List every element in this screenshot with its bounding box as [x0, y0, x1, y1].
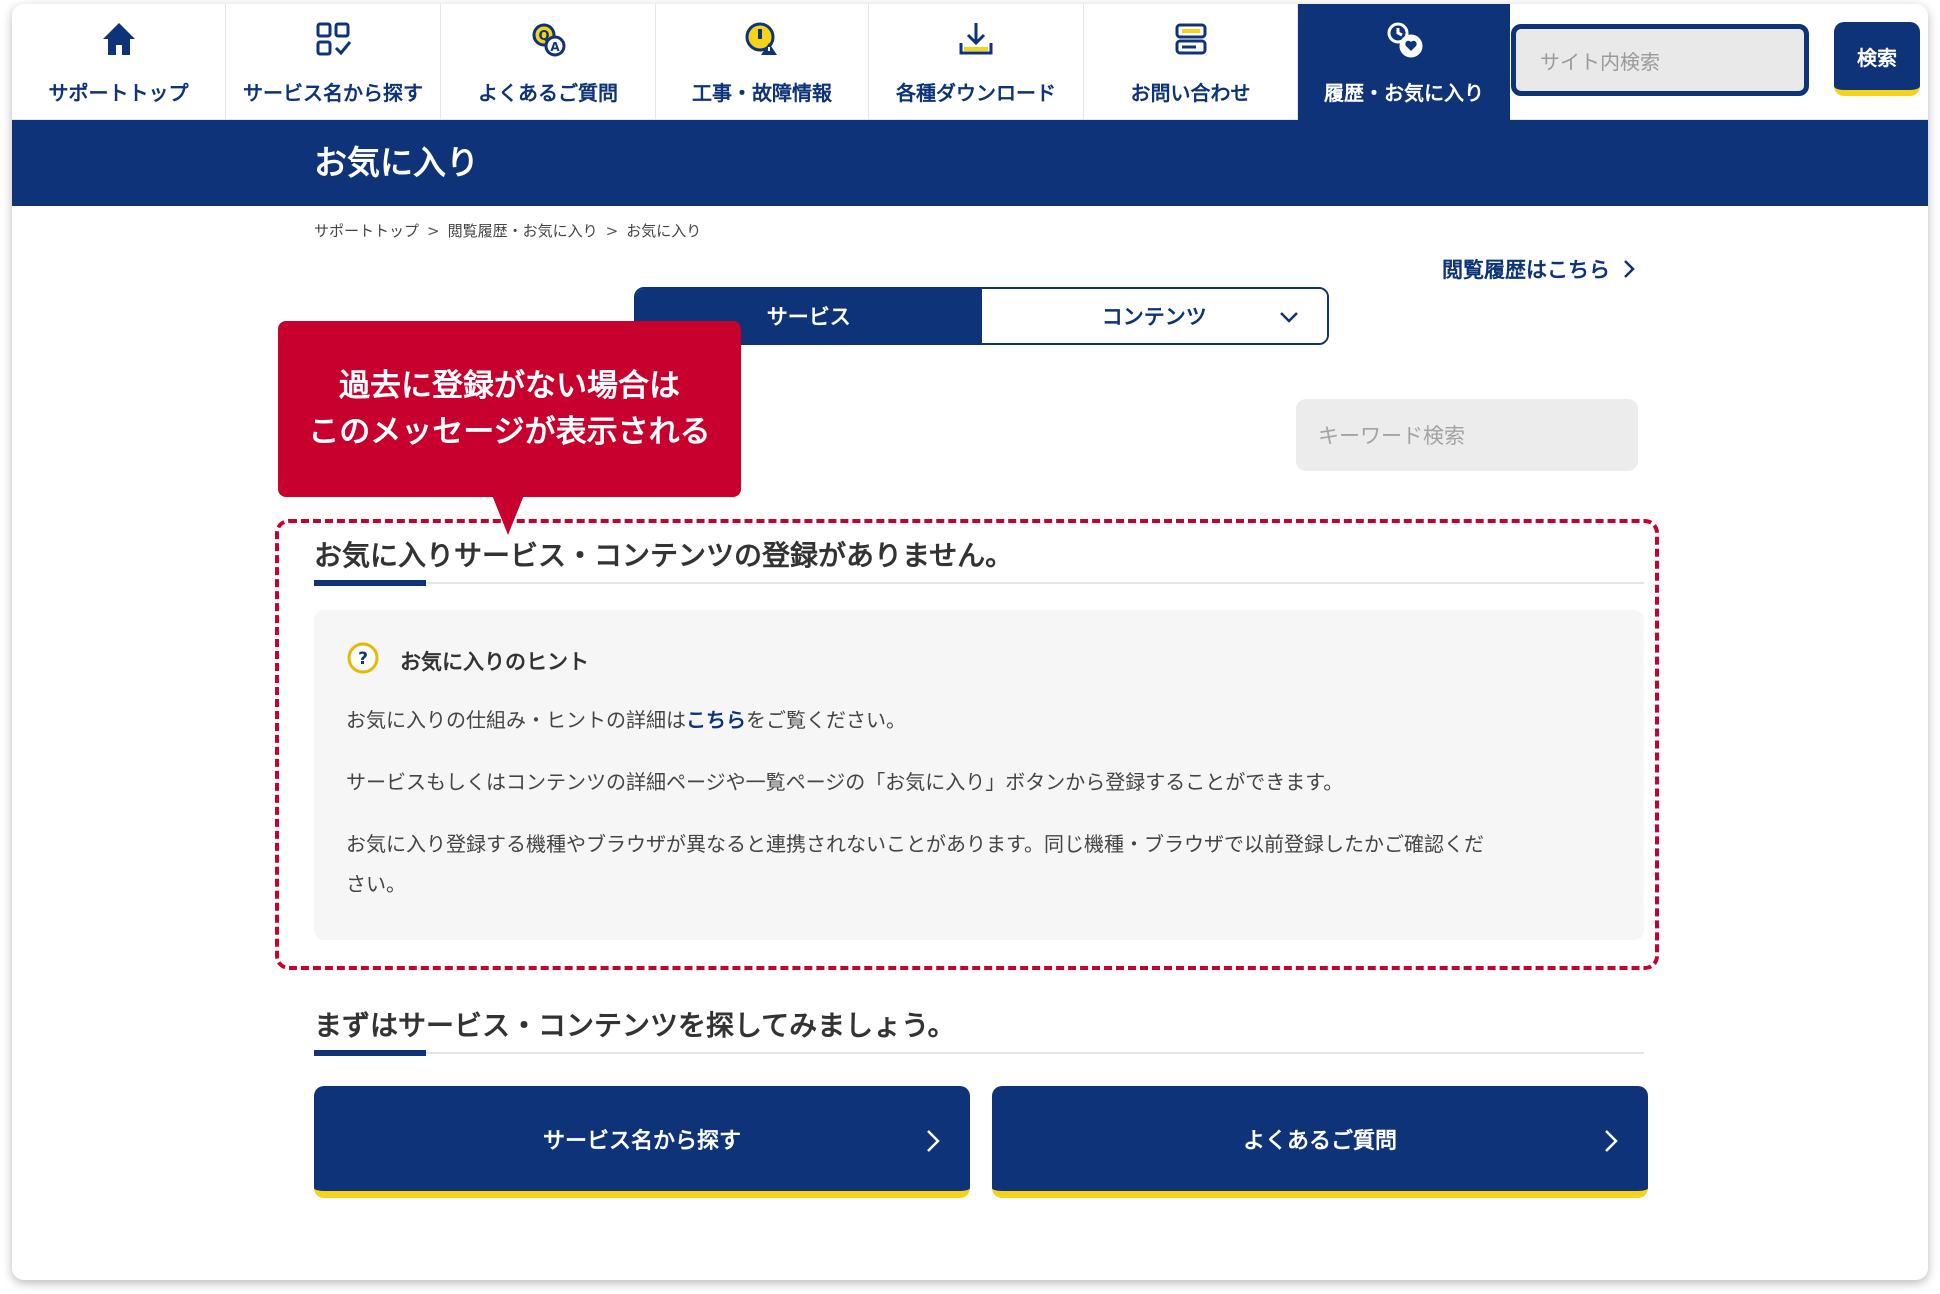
- chevron-right-icon: [927, 1130, 940, 1152]
- svg-text:A: A: [550, 40, 560, 54]
- tab-contents[interactable]: コンテンツ: [981, 289, 1327, 343]
- search-by-service-button[interactable]: サービス名から探す: [314, 1086, 970, 1198]
- grid-check-icon: [316, 22, 352, 55]
- nav-label: 各種ダウンロード: [896, 80, 1056, 105]
- nav-label: サポートトップ: [48, 80, 189, 105]
- empty-message-title: お気に入りサービス・コンテンツの登録がありません。: [314, 539, 1014, 572]
- history-favorite-icon: [1387, 22, 1423, 57]
- browser-frame: サポートトップ サービス名から探す QA よくあるご質問 工事・故障情報 各種ダ…: [12, 4, 1928, 1280]
- divider: [314, 1052, 1644, 1054]
- breadcrumb-item-support-top[interactable]: サポートトップ: [314, 220, 419, 241]
- keyword-search-input[interactable]: キーワード検索: [1296, 399, 1638, 471]
- divider-accent: [314, 1050, 426, 1056]
- svg-text:?: ?: [358, 649, 368, 669]
- nav-item-construction[interactable]: 工事・故障情報: [656, 4, 869, 120]
- hint-box: ? お気に入りのヒント お気に入りの仕組み・ヒントの詳細はこちらをご覧ください。…: [314, 610, 1644, 940]
- breadcrumb: サポートトップ > 閲覧履歴・お気に入り > お気に入り: [314, 220, 701, 241]
- button-label: サービス名から探す: [542, 1128, 741, 1154]
- hint-paragraph-2: サービスもしくはコンテンツの詳細ページや一覧ページの「お気に入り」ボタンから登録…: [346, 770, 1344, 794]
- history-link-label: 閲覧履歴はこちら: [1442, 258, 1610, 282]
- nav-label: 履歴・お気に入り: [1324, 80, 1484, 105]
- nav-item-history-favorite[interactable]: 履歴・お気に入り: [1298, 4, 1510, 120]
- faq-button[interactable]: よくあるご質問: [992, 1086, 1648, 1198]
- nav-item-support-top[interactable]: サポートトップ: [12, 4, 226, 120]
- nav-item-faq[interactable]: QA よくあるご質問: [441, 4, 656, 120]
- callout-line: 過去に登録がない場合は: [339, 368, 680, 404]
- history-link[interactable]: 閲覧履歴はこちら: [1442, 254, 1636, 284]
- hint-detail-link[interactable]: こちら: [686, 708, 746, 732]
- breadcrumb-item-history[interactable]: 閲覧履歴・お気に入り: [448, 220, 598, 241]
- tab-label: サービス: [766, 305, 851, 329]
- callout-pointer: [492, 495, 524, 535]
- hint-header: ? お気に入りのヒント: [346, 640, 589, 676]
- search-button[interactable]: 検索: [1834, 22, 1920, 96]
- question-icon: ?: [347, 642, 379, 674]
- svg-text:Q: Q: [538, 29, 549, 44]
- nav-label: サービス名から探す: [243, 80, 423, 105]
- divider-accent: [314, 580, 426, 586]
- page-title: お気に入り: [314, 143, 479, 182]
- chevron-down-icon: [1280, 312, 1298, 323]
- chevron-right-icon: [1624, 260, 1635, 278]
- hint-paragraph-3: お気に入り登録する機種やブラウザが異なると連携されないことがあります。同じ機種・…: [346, 824, 1484, 904]
- hint-text: さい。: [346, 872, 406, 896]
- hint-text: お気に入りの仕組み・ヒントの詳細は: [346, 708, 686, 732]
- nav-item-contact[interactable]: お問い合わせ: [1084, 4, 1298, 120]
- nav-label: お問い合わせ: [1130, 80, 1251, 105]
- hint-text: をご覧ください。: [746, 708, 906, 732]
- annotation-callout: 過去に登録がない場合は このメッセージが表示される: [278, 321, 741, 497]
- chevron-right-icon: >: [605, 221, 619, 240]
- hint-text: お気に入り登録する機種やブラウザが異なると連携されないことがあります。同じ機種・…: [346, 832, 1484, 856]
- breadcrumb-item-current: お気に入り: [626, 222, 702, 240]
- find-section-title: まずはサービス・コンテンツを探してみましょう。: [314, 1009, 956, 1042]
- download-icon: [959, 22, 993, 54]
- callout-line: このメッセージが表示される: [308, 414, 711, 450]
- nav-label: よくあるご質問: [478, 80, 618, 105]
- faq-icon: QA: [532, 23, 566, 56]
- nav-item-download[interactable]: 各種ダウンロード: [869, 4, 1084, 120]
- chevron-right-icon: [1605, 1130, 1618, 1152]
- contact-icon: [1175, 23, 1206, 54]
- nav-label: 工事・故障情報: [692, 80, 832, 105]
- site-search-input[interactable]: サイト内検索: [1511, 24, 1809, 96]
- button-label: よくあるご質問: [1242, 1128, 1397, 1154]
- divider: [314, 582, 1644, 584]
- hint-title: お気に入りのヒント: [400, 650, 589, 674]
- chevron-right-icon: >: [427, 221, 440, 240]
- page-banner: お気に入り: [12, 120, 1928, 206]
- nav-item-search-service[interactable]: サービス名から探す: [226, 4, 441, 120]
- home-icon: [102, 22, 135, 55]
- top-nav: サポートトップ サービス名から探す QA よくあるご質問 工事・故障情報 各種ダ…: [12, 4, 1928, 120]
- tab-label: コンテンツ: [1101, 305, 1207, 329]
- hint-paragraph-1: お気に入りの仕組み・ヒントの詳細はこちらをご覧ください。: [346, 700, 906, 740]
- construction-info-icon: [745, 22, 777, 55]
